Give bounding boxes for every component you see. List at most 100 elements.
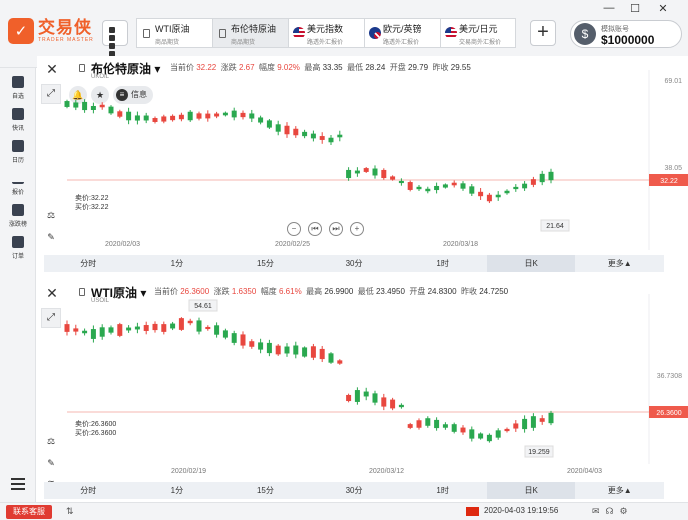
account-badge[interactable]: $ 模拟账号 $1000000 [570, 20, 682, 48]
candlestick [451, 180, 457, 188]
candlestick [73, 324, 79, 336]
tab-brent-oil[interactable]: 布伦特原油 商品期货 [212, 18, 288, 48]
candlestick [64, 99, 70, 109]
price-tag: 32.22 [649, 174, 688, 186]
candlestick [117, 109, 123, 119]
candlestick [178, 112, 184, 122]
period-1d[interactable]: 日K [486, 482, 576, 499]
sidebar-item-news[interactable]: 快讯 [0, 108, 36, 132]
candlestick [363, 167, 369, 173]
candlestick [522, 415, 528, 433]
tab-wti-oil[interactable]: WTI原油 商品期货 [136, 18, 212, 48]
zoom-in-icon[interactable]: + [350, 222, 364, 236]
period-15m[interactable]: 15分 [221, 482, 310, 499]
candlestick [346, 167, 352, 181]
period-more[interactable]: 更多▲ [575, 255, 664, 272]
chart-nav: − ⏮ ⏭ + [287, 222, 364, 236]
period-tick[interactable]: 分时 [44, 482, 133, 499]
candlestick [513, 420, 519, 432]
prev-icon[interactable]: ⏮ [308, 222, 322, 236]
candlestick [354, 167, 360, 177]
period-1d[interactable]: 日K [486, 255, 576, 272]
candlestick [90, 102, 96, 114]
zoom-out-icon[interactable]: − [287, 222, 301, 236]
sidebar-item-orders[interactable]: 订单 [0, 236, 36, 260]
dollar-icon: $ [574, 23, 596, 45]
candlestick [434, 417, 440, 431]
eu-flag-icon [369, 27, 381, 39]
sidebar-item-quotes[interactable]: 报价 [0, 172, 36, 196]
tab-usd-index[interactable]: 美元指数 路透外汇报价 [288, 18, 364, 48]
period-15m[interactable]: 15分 [221, 255, 310, 272]
candlestick [82, 99, 88, 113]
high-price-marker: 54.61 [188, 299, 218, 312]
candlestick [346, 393, 352, 403]
tab-eur-gbp[interactable]: 欧元/英镑 路透外汇报价 [364, 18, 440, 48]
candlestick [231, 107, 237, 121]
candlestick [539, 415, 545, 425]
candlestick [548, 168, 554, 184]
add-tab-button[interactable]: + [530, 20, 556, 46]
status-bar: 联系客服 ⇅ 2020-04-03 19:19:56 ✉☊⚙ [0, 502, 688, 520]
candlestick [187, 318, 193, 326]
candlestick [205, 110, 211, 122]
candlestick [258, 115, 264, 125]
candlestick [469, 183, 475, 197]
menu-icon[interactable] [11, 478, 25, 493]
candlestick [152, 321, 158, 333]
candlestick [126, 325, 132, 333]
candlestick [108, 325, 114, 335]
candlestick [504, 189, 510, 195]
candlestick [205, 325, 211, 331]
tab-usd-jpy[interactable]: 美元/日元 交易商外汇报价 [440, 18, 516, 48]
period-1h[interactable]: 1时 [398, 255, 487, 272]
sidebar-item-watchlist[interactable]: 自选 [0, 76, 36, 100]
date-label: 2020/02/25 [275, 241, 311, 248]
svg-text:21.64: 21.64 [546, 223, 564, 230]
clock: 2020-04-03 19:19:56 [484, 506, 559, 515]
candlestick [425, 416, 431, 428]
candlestick [486, 433, 492, 443]
quote-chart-icon [12, 172, 24, 184]
period-30m[interactable]: 30分 [310, 255, 399, 272]
symbol-tabs: WTI原油 商品期货 布伦特原油 商品期货 美元指数 路透外汇报价 欧元/英镑 … [136, 18, 516, 48]
candlestick [134, 322, 140, 334]
contact-support-button[interactable]: 联系客服 [6, 505, 52, 519]
candlestick [275, 120, 281, 136]
date-label: 2020/04/03 [567, 468, 603, 475]
candlestick [451, 422, 457, 434]
grid-menu-button[interactable] [102, 20, 128, 57]
buy-price: 买价:26.3600 [75, 430, 117, 437]
logo-icon: ✓ [8, 18, 34, 44]
candlestick [266, 339, 272, 357]
period-30m[interactable]: 30分 [310, 482, 399, 499]
candlestick [196, 317, 202, 335]
candlestick [293, 341, 299, 359]
candlestick [398, 403, 404, 409]
period-more[interactable]: 更多▲ [575, 482, 664, 499]
period-tick[interactable]: 分时 [44, 255, 133, 272]
period-bar-bottom: 分时 1分 15分 30分 1时 日K 更多▲ [44, 482, 664, 499]
candlestick [530, 176, 536, 188]
sidebar-item-calendar[interactable]: 日历 [0, 140, 36, 164]
candlestick [161, 321, 167, 335]
next-icon[interactable]: ⏭ [329, 222, 343, 236]
candlestick-chart[interactable]: 36.7308 26.3600 19.259 54.61 [37, 294, 688, 464]
low-price-marker: 21.64 [540, 219, 570, 232]
sidebar-item-rankings[interactable]: 涨跌榜 [0, 204, 36, 228]
period-1m[interactable]: 1分 [133, 482, 222, 499]
period-1h[interactable]: 1时 [398, 482, 487, 499]
close-window-button[interactable]: ✕ [654, 2, 672, 15]
candlestick [530, 413, 536, 431]
bookmark-icon [12, 76, 24, 88]
period-1m[interactable]: 1分 [133, 255, 222, 272]
sell-price: 卖价:26.3600 [75, 421, 117, 428]
maximize-button[interactable]: ☐ [626, 2, 644, 15]
minimize-button[interactable]: — [600, 2, 618, 14]
settings-icon[interactable]: ⚙ [620, 506, 634, 516]
candlestick [258, 338, 264, 354]
candlestick [170, 114, 176, 122]
headset-icon[interactable]: ☊ [606, 506, 620, 516]
mail-icon[interactable]: ✉ [592, 506, 606, 516]
doc-icon [219, 29, 226, 38]
